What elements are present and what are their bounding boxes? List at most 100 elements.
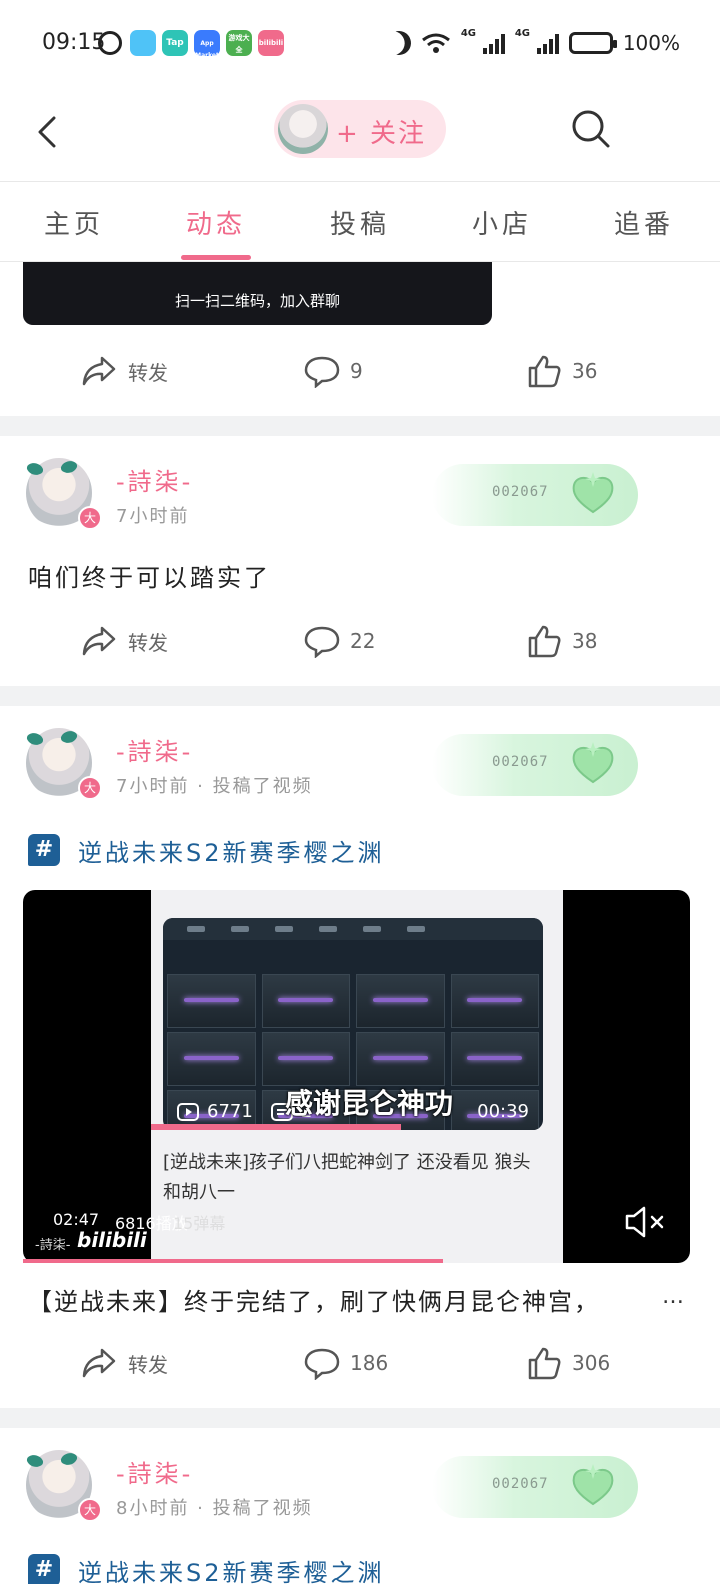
status-indicators: 4G 4G 100% <box>387 28 680 58</box>
post-time: 7小时前 <box>116 506 190 527</box>
status-bar: 09:15 Tap App Market 游戏大全 bilibili 4G 4G… <box>0 0 720 84</box>
vip-badge: 大 <box>78 506 102 530</box>
fan-badge-card[interactable]: 002067 <box>432 1456 638 1518</box>
like-button[interactable]: 38 <box>526 624 597 658</box>
like-button[interactable]: 36 <box>526 354 597 388</box>
topic-tag[interactable]: # 逆战未来S2新赛季樱之渊 <box>28 1550 385 1584</box>
video-player[interactable]: 6771 2 00:39 [逆战未来]孩子们八把蛇神剑了 还没看见 狼头和胡八一… <box>23 890 690 1263</box>
network-type-2: 4G <box>514 28 530 39</box>
like-count: 38 <box>572 629 598 653</box>
heart-badge-icon <box>572 1464 614 1506</box>
signal-icon-1: 4G <box>461 28 505 54</box>
qr-banner[interactable]: 扫一扫二维码，加入群聊 <box>23 262 492 325</box>
post-text: 咱们终于可以踏实了 <box>28 564 271 592</box>
divider <box>0 1408 720 1428</box>
vip-badge: 大 <box>78 776 102 800</box>
tab-anime[interactable]: 追番 <box>614 204 674 241</box>
comment-icon <box>304 626 340 658</box>
tab-shop[interactable]: 小店 <box>472 204 532 241</box>
tab-indicator <box>181 255 251 260</box>
comment-icon <box>304 356 340 388</box>
more-icon[interactable] <box>664 110 674 146</box>
avatar <box>278 104 328 154</box>
status-time: 09:15 <box>42 30 106 55</box>
back-icon[interactable] <box>30 112 70 152</box>
video-progress-bar <box>23 1259 443 1263</box>
post-header: 大 -詩柒- 7小时前 002067 <box>0 457 720 548</box>
post-actions: 转发 186 306 <box>0 1338 720 1388</box>
more-icon[interactable] <box>672 1470 682 1506</box>
divider <box>0 416 720 436</box>
battery-icon <box>568 32 617 54</box>
bilibili-logo: bilibili <box>77 1228 147 1252</box>
tab-submissions[interactable]: 投稿 <box>330 204 390 241</box>
post-actions: 转发 22 38 <box>0 616 720 666</box>
thumbnail-progress <box>151 1124 401 1130</box>
game-center-icon: 游戏大全 <box>226 30 252 56</box>
divider <box>0 686 720 706</box>
comment-button[interactable]: 186 <box>304 1346 388 1380</box>
network-type-1: 4G <box>460 28 476 39</box>
repost-button[interactable]: 转发 <box>80 1346 168 1380</box>
follow-button[interactable]: + 关注 <box>274 100 446 158</box>
app-market-icon: App Market <box>194 30 220 59</box>
repost-label: 转发 <box>128 360 168 385</box>
video-subtitle: 感谢昆仑神功 <box>285 1087 454 1120</box>
repost-label: 转发 <box>128 1352 168 1377</box>
like-count: 306 <box>572 1351 611 1375</box>
comment-button[interactable]: 9 <box>304 354 363 388</box>
comment-icon <box>304 1348 340 1380</box>
comment-count: 186 <box>350 1351 389 1375</box>
taptap-app-icon: Tap <box>162 30 188 56</box>
comment-count: 22 <box>350 629 376 653</box>
topic-tag[interactable]: # 逆战未来S2新赛季樱之渊 <box>28 830 385 870</box>
username[interactable]: -詩柒- <box>116 1454 193 1489</box>
more-icon[interactable] <box>672 748 682 784</box>
fan-badge-card[interactable]: 002067 <box>432 734 638 796</box>
do-not-disturb-icon <box>383 28 414 59</box>
like-button[interactable]: 306 <box>526 1346 610 1380</box>
more-icon[interactable] <box>672 478 682 514</box>
repost-label: 转发 <box>128 630 168 655</box>
topic-label: 逆战未来S2新赛季樱之渊 <box>78 838 385 867</box>
video-description[interactable]: 【逆战未来】终于完结了，刷了快俩月昆仑神宫， <box>28 1282 692 1317</box>
username[interactable]: -詩柒- <box>116 462 193 497</box>
avatar[interactable]: 大 <box>25 727 102 800</box>
topic-icon: # <box>28 834 60 866</box>
wifi-icon <box>421 32 451 54</box>
comment-count: 9 <box>350 359 363 383</box>
battery-percent: 100% <box>622 31 680 55</box>
post-time: 7小时前 · 投稿了视频 <box>116 776 313 797</box>
repost-button[interactable]: 转发 <box>80 624 168 658</box>
thumbnail-duration: 00:39 <box>477 1101 529 1122</box>
inner-video-title: [逆战未来]孩子们八把蛇神剑了 还没看见 狼头和胡八一 <box>163 1152 531 1203</box>
play-count-icon <box>177 1102 199 1121</box>
thumbs-up-icon <box>528 355 561 388</box>
avatar[interactable]: 大 <box>25 457 102 530</box>
follow-label: + 关注 <box>336 119 427 149</box>
like-count: 36 <box>572 359 598 383</box>
tab-bar: 主页 动态 投稿 小店 追番 <box>0 182 720 262</box>
heart-badge-icon <box>572 742 614 784</box>
mute-icon[interactable] <box>623 1202 669 1242</box>
video-duration: 02:47 <box>53 1210 100 1229</box>
avatar[interactable]: 大 <box>25 1449 102 1522</box>
thumbs-up-icon <box>528 625 561 658</box>
video-danmaku: 15弹幕 <box>173 1214 226 1233</box>
topic-icon: # <box>28 1554 60 1584</box>
fan-badge-card[interactable]: 002067 <box>432 464 638 526</box>
search-icon[interactable] <box>570 108 612 150</box>
book-app-icon <box>130 30 156 56</box>
repost-button[interactable]: 转发 <box>80 354 168 388</box>
header: + 关注 <box>0 84 720 182</box>
tab-dynamics[interactable]: 动态 <box>186 204 246 241</box>
share-icon <box>82 1348 116 1378</box>
post-actions: 转发 9 36 <box>0 346 720 396</box>
thumbs-up-icon <box>528 1347 561 1380</box>
post-time: 8小时前 · 投稿了视频 <box>116 1498 313 1519</box>
tab-home[interactable]: 主页 <box>44 204 104 241</box>
username[interactable]: -詩柒- <box>116 732 193 767</box>
topic-label: 逆战未来S2新赛季樱之渊 <box>78 1558 385 1584</box>
vip-badge: 大 <box>78 1498 102 1522</box>
comment-button[interactable]: 22 <box>304 624 375 658</box>
